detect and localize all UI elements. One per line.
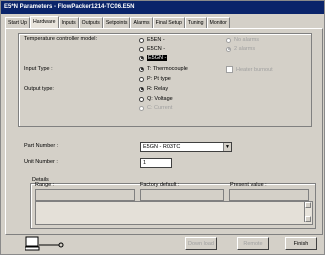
window-title: E5*N Parameters - FlowPacker1214-TC06.E5…: [4, 4, 135, 10]
radio-selected-icon: [139, 55, 144, 61]
model-e5cn-radio[interactable]: E5CN -: [139, 46, 165, 52]
part-number-value: E5GN - R03TC: [143, 144, 181, 150]
output-type-label: Output type:: [24, 86, 54, 92]
chevron-down-icon[interactable]: ▼: [223, 143, 231, 151]
part-number-label: Part Number :: [24, 143, 59, 149]
radio-selected-icon: [139, 86, 144, 92]
computer-connection-icon: [25, 236, 64, 251]
output-relay-radio[interactable]: R: Relay: [139, 86, 168, 92]
checkbox-icon: [226, 66, 233, 73]
description-scrollbar[interactable]: [304, 202, 311, 222]
no-alarms-radio[interactable]: No alarms: [226, 37, 259, 43]
model-e5gn-radio[interactable]: E5GN -: [139, 55, 168, 61]
radio-selected-icon: [226, 46, 231, 52]
range-label: Range :: [35, 182, 55, 188]
present-value-box: [229, 189, 309, 201]
scroll-down-button[interactable]: [305, 216, 311, 222]
tab-inputs[interactable]: Inputs: [58, 17, 79, 28]
title-bar: E5*N Parameters - FlowPacker1214-TC06.E5…: [1, 1, 324, 14]
present-value-label: Present value :: [230, 182, 267, 188]
two-alarms-radio[interactable]: 2 alarms: [226, 46, 255, 52]
tab-setpoints[interactable]: Setpoints: [102, 17, 131, 28]
tab-alarms[interactable]: Alarms: [130, 17, 153, 28]
output-current-radio[interactable]: C: Current: [139, 105, 172, 111]
radio-icon: [226, 37, 231, 43]
input-thermocouple-radio[interactable]: T: Thermocouple: [139, 66, 188, 72]
parameters-window: E5*N Parameters - FlowPacker1214-TC06.E5…: [0, 0, 325, 255]
finish-button[interactable]: Finish: [285, 237, 317, 250]
remote-button[interactable]: Remote: [237, 237, 269, 250]
unit-number-label: Unit Number :: [24, 159, 58, 165]
tab-outputs[interactable]: Outputs: [78, 17, 103, 28]
radio-icon: [139, 46, 144, 52]
input-pt-radio[interactable]: P: Pt type: [139, 76, 171, 82]
description-box: [35, 201, 313, 225]
scroll-up-button[interactable]: [305, 202, 311, 208]
radio-icon: [139, 76, 144, 82]
radio-icon: [139, 105, 144, 111]
model-e5en-radio[interactable]: E5EN -: [139, 37, 165, 43]
radio-icon: [139, 37, 144, 43]
download-button[interactable]: Down load: [185, 237, 217, 250]
tab-start-up[interactable]: Start Up: [5, 17, 31, 28]
factory-default-label: Factory default :: [140, 182, 180, 188]
radio-selected-icon: [139, 66, 144, 72]
hardware-panel: Temperature controller model: E5EN - E5C…: [5, 28, 323, 235]
tab-strip: Start Up Hardware Inputs Outputs Setpoin…: [5, 16, 230, 29]
radio-icon: [139, 96, 144, 102]
heater-burnout-checkbox[interactable]: Heater burnout: [226, 66, 273, 73]
tab-monitor[interactable]: Monitor: [206, 17, 230, 28]
unit-number-field[interactable]: 1: [140, 158, 172, 168]
temp-model-label: Temperature controller model:: [24, 36, 98, 42]
input-type-label: Input Type :: [24, 66, 53, 72]
bottom-bar: Down load Remote Finish: [5, 235, 321, 252]
range-value-box: [35, 189, 135, 201]
factory-default-value-box: [140, 189, 224, 201]
part-number-dropdown[interactable]: E5GN - R03TC ▼: [140, 142, 232, 152]
unit-number-value: 1: [143, 160, 147, 166]
output-voltage-radio[interactable]: Q: Voltage: [139, 96, 173, 102]
tab-final-setup[interactable]: Final Setup: [152, 17, 185, 28]
tab-tuning[interactable]: Tuning: [184, 17, 207, 28]
